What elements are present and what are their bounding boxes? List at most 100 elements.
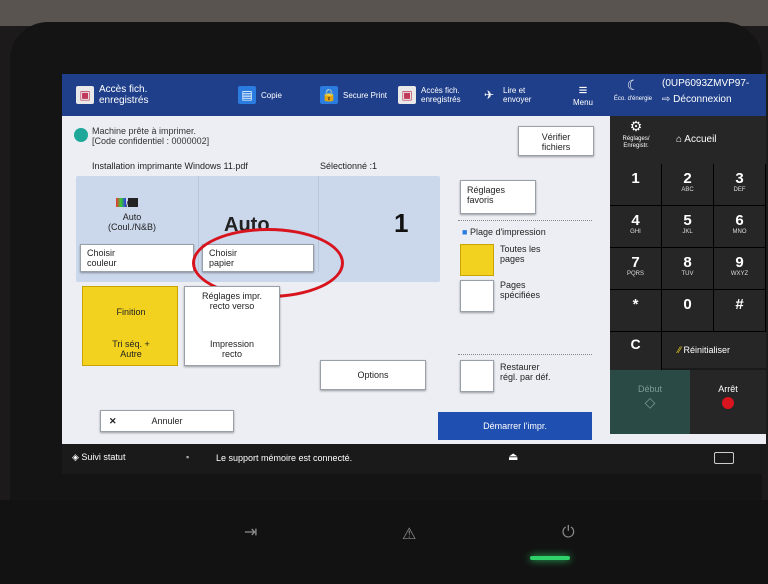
cancel-label: Annuler <box>151 416 183 426</box>
stored-files-shortcut[interactable]: ▣ Accès fich. enregistrés <box>76 74 148 116</box>
restore-defaults-button[interactable] <box>460 360 494 392</box>
duplex-value: Impression recto <box>209 339 254 359</box>
status-text: Machine prête à imprimer. [Code confiden… <box>92 126 209 146</box>
eject-icon[interactable]: ⏏ <box>508 450 518 463</box>
finishing-button[interactable]: Finition Tri séq. + Autre <box>82 286 178 366</box>
options-button[interactable]: Options <box>320 360 426 390</box>
selected-count: Sélectionné :1 <box>320 161 378 171</box>
power-save-icon[interactable]: ⏻ <box>562 524 575 542</box>
start-key-label: Début <box>637 384 663 394</box>
finishing-label: Finition <box>116 307 146 317</box>
all-pages-label: Toutes les pages <box>500 244 541 264</box>
cancel-button[interactable]: ✕ Annuler <box>100 410 234 432</box>
logout-label: Déconnexion <box>673 94 732 105</box>
start-key[interactable]: Début ◇ <box>610 370 690 434</box>
status-monitor-button[interactable]: ◈ Suivi statut <box>72 452 125 463</box>
reset-button[interactable]: ⁄⁄ Réinitialiser <box>662 332 766 368</box>
copies-count: 1 <box>394 208 409 238</box>
scan-send-shortcut[interactable]: ✈ Lire et envoyer <box>480 74 532 116</box>
status-bar: ◈ Suivi statut ▪ Le support mémoire est … <box>62 444 610 474</box>
key-sub-label: JKL <box>682 229 693 235</box>
start-diamond-icon: ◇ <box>644 394 656 410</box>
keypad-key-9[interactable]: 9 WXYZ <box>714 248 766 290</box>
moon-icon: ☾ <box>626 77 640 93</box>
favorites-button[interactable]: Réglages favoris <box>460 180 536 214</box>
keypad-key-6[interactable]: 6 MNO <box>714 206 766 248</box>
finishing-value: Tri séq. + Autre <box>112 339 150 359</box>
divider <box>458 220 592 221</box>
key-main-label: 4 <box>631 212 640 229</box>
stored-files-icon: ▣ <box>76 86 94 104</box>
all-pages-radio[interactable] <box>460 244 494 276</box>
stored-files-label: Accès fich. enregistrés <box>99 84 149 106</box>
keypad-key-1[interactable]: 1 <box>610 164 662 206</box>
ready-message: Machine prête à imprimer. <box>92 126 197 136</box>
verify-files-button[interactable]: Vérifier fichiers <box>518 126 594 156</box>
bullet-icon: ■ <box>462 227 470 237</box>
copy-shortcut[interactable]: ▤ Copie <box>238 74 282 116</box>
stored-files-icon: ▣ <box>398 86 416 104</box>
status-message: Le support mémoire est connecté. <box>216 453 353 463</box>
key-main-label: 3 <box>735 170 744 187</box>
keyboard-icon[interactable] <box>714 452 734 464</box>
touch-screen: ▣ Accès fich. enregistrés ▤ Copie 🔒 Secu… <box>62 74 766 474</box>
key-sub-label: DEF <box>733 187 746 193</box>
key-main-label: 6 <box>735 212 744 229</box>
keypad-key-2[interactable]: 2 ABC <box>662 164 714 206</box>
key-sub-label: ABC <box>681 187 694 193</box>
secure-print-label: Secure Print <box>343 90 388 100</box>
keypad-key-4[interactable]: 4 GHI <box>610 206 662 248</box>
start-print-button[interactable]: Démarrer l'impr. <box>438 412 592 440</box>
duplex-button[interactable]: Réglages impr. recto verso Impression re… <box>184 286 280 366</box>
logout-icon: ⇨ <box>662 94 674 105</box>
specified-pages-label: Pages spécifiées <box>500 280 541 300</box>
stop-key[interactable]: Arrêt <box>690 370 766 434</box>
close-icon: ✕ <box>109 416 117 426</box>
eco-button[interactable]: ☾ Éco. d'énergie <box>610 74 656 116</box>
printer-bezel-bottom <box>0 500 768 584</box>
key-main-label: * <box>632 296 639 313</box>
reset-label: Réinitialiser <box>683 345 731 355</box>
hamburger-icon: ≡ <box>578 81 588 99</box>
settings-register-button[interactable]: ⚙ Réglages/ Enregistr. <box>610 116 662 164</box>
keypad-key-5[interactable]: 5 JKL <box>662 206 714 248</box>
stored-files-label-2: Accès fich. enregistrés <box>421 86 461 104</box>
keypad-key-7[interactable]: 7 PQRS <box>610 248 662 290</box>
key-main-label: 5 <box>683 212 692 229</box>
key-main-label: 2 <box>683 170 692 187</box>
status-monitor-label: Suivi statut <box>81 452 126 462</box>
key-main-label: 7 <box>631 254 640 271</box>
settings-register-label: Réglages/ Enregistr. <box>622 136 650 149</box>
stored-files-shortcut-2[interactable]: ▣ Accès fich. enregistrés <box>398 74 461 116</box>
key-main-label: 0 <box>683 296 692 313</box>
keypad-key-8[interactable]: 8 TUV <box>662 248 714 290</box>
print-range-text: Plage d'impression <box>469 227 546 237</box>
logout-button[interactable]: ⇨ Déconnexion <box>662 94 732 105</box>
keypad-status-area <box>610 444 766 474</box>
print-range-label: ■ Plage d'impression <box>462 227 546 237</box>
keypad-key-star[interactable]: * <box>610 290 662 332</box>
keypad-key-hash[interactable]: # <box>714 290 766 332</box>
key-sub-label: WXYZ <box>730 271 749 277</box>
lock-print-icon: 🔒 <box>320 86 338 104</box>
login-icon[interactable]: ⇥ <box>244 522 257 542</box>
menu-button[interactable]: ≡ Menu <box>568 74 598 116</box>
home-button[interactable]: ⌂ Accueil <box>662 116 766 164</box>
keypad-key-0[interactable]: 0 <box>662 290 714 332</box>
confidential-code: [Code confidentiel : 0000002] <box>92 136 210 146</box>
key-main-label: 8 <box>683 254 692 271</box>
stop-key-label: Arrêt <box>718 384 738 394</box>
key-sub-label: GHI <box>630 229 641 235</box>
secure-print-shortcut[interactable]: 🔒 Secure Print <box>320 74 387 116</box>
status-monitor-icon: ◈ <box>72 452 82 462</box>
menu-label: Menu <box>572 97 593 107</box>
copy-label: Copie <box>261 90 282 100</box>
key-sub-label: TUV <box>681 271 694 277</box>
specified-pages-radio[interactable] <box>460 280 494 312</box>
key-main-label: # <box>735 296 744 313</box>
send-icon: ✈ <box>483 88 495 102</box>
keypad-key-3[interactable]: 3 DEF <box>714 164 766 206</box>
color-mode-value: Auto (Coul./N&B) <box>107 212 156 232</box>
device-id: (0UP6093ZMVP97- <box>662 78 750 89</box>
choose-color-button[interactable]: Choisir couleur <box>80 244 194 272</box>
